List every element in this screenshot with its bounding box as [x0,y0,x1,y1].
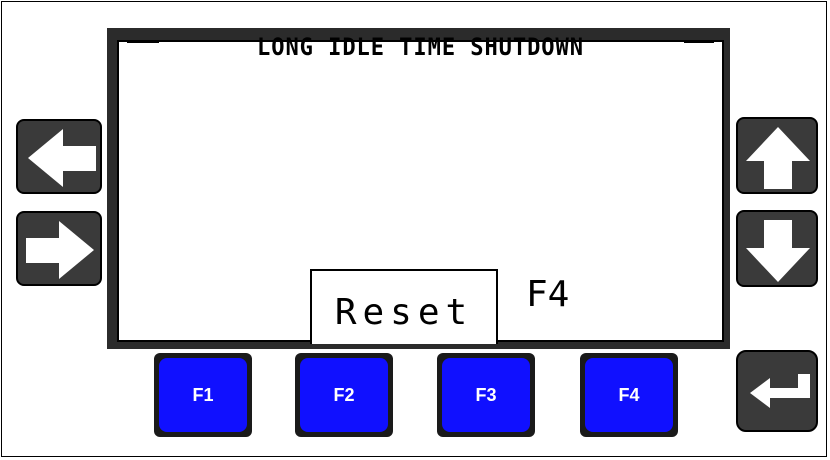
lcd-screen: LONG IDLE TIME SHUTDOWN Reset F4 [107,28,730,349]
f2-button[interactable]: F2 [300,358,388,432]
f3-key-bezel: F3 [437,353,535,437]
f1-button[interactable]: F1 [159,358,247,432]
enter-button[interactable] [736,350,818,432]
arrow-right-icon [26,221,94,279]
screen-content: LONG IDLE TIME SHUTDOWN Reset F4 [117,33,724,344]
up-arrow-button[interactable] [736,117,818,194]
f4-button[interactable]: F4 [585,358,673,432]
enter-icon [750,374,810,408]
f1-key-bezel: F1 [154,353,252,437]
f4-key-bezel: F4 [580,353,678,437]
arrow-up-icon [746,127,810,189]
softkey-hint: F4 [526,274,570,315]
down-arrow-button[interactable] [736,210,818,287]
f3-button[interactable]: F3 [442,358,530,432]
arrow-down-icon [746,220,810,282]
arrow-left-icon [28,129,96,187]
f2-key-bezel: F2 [295,353,393,437]
reset-softkey-label[interactable]: Reset [310,269,498,344]
right-arrow-button[interactable] [16,211,102,286]
left-arrow-button[interactable] [16,119,102,194]
hmi-panel: LONG IDLE TIME SHUTDOWN Reset F4 F1 F2 F… [1,1,827,457]
title-bar: LONG IDLE TIME SHUTDOWN [119,30,722,61]
screen-title: LONG IDLE TIME SHUTDOWN [257,33,584,61]
